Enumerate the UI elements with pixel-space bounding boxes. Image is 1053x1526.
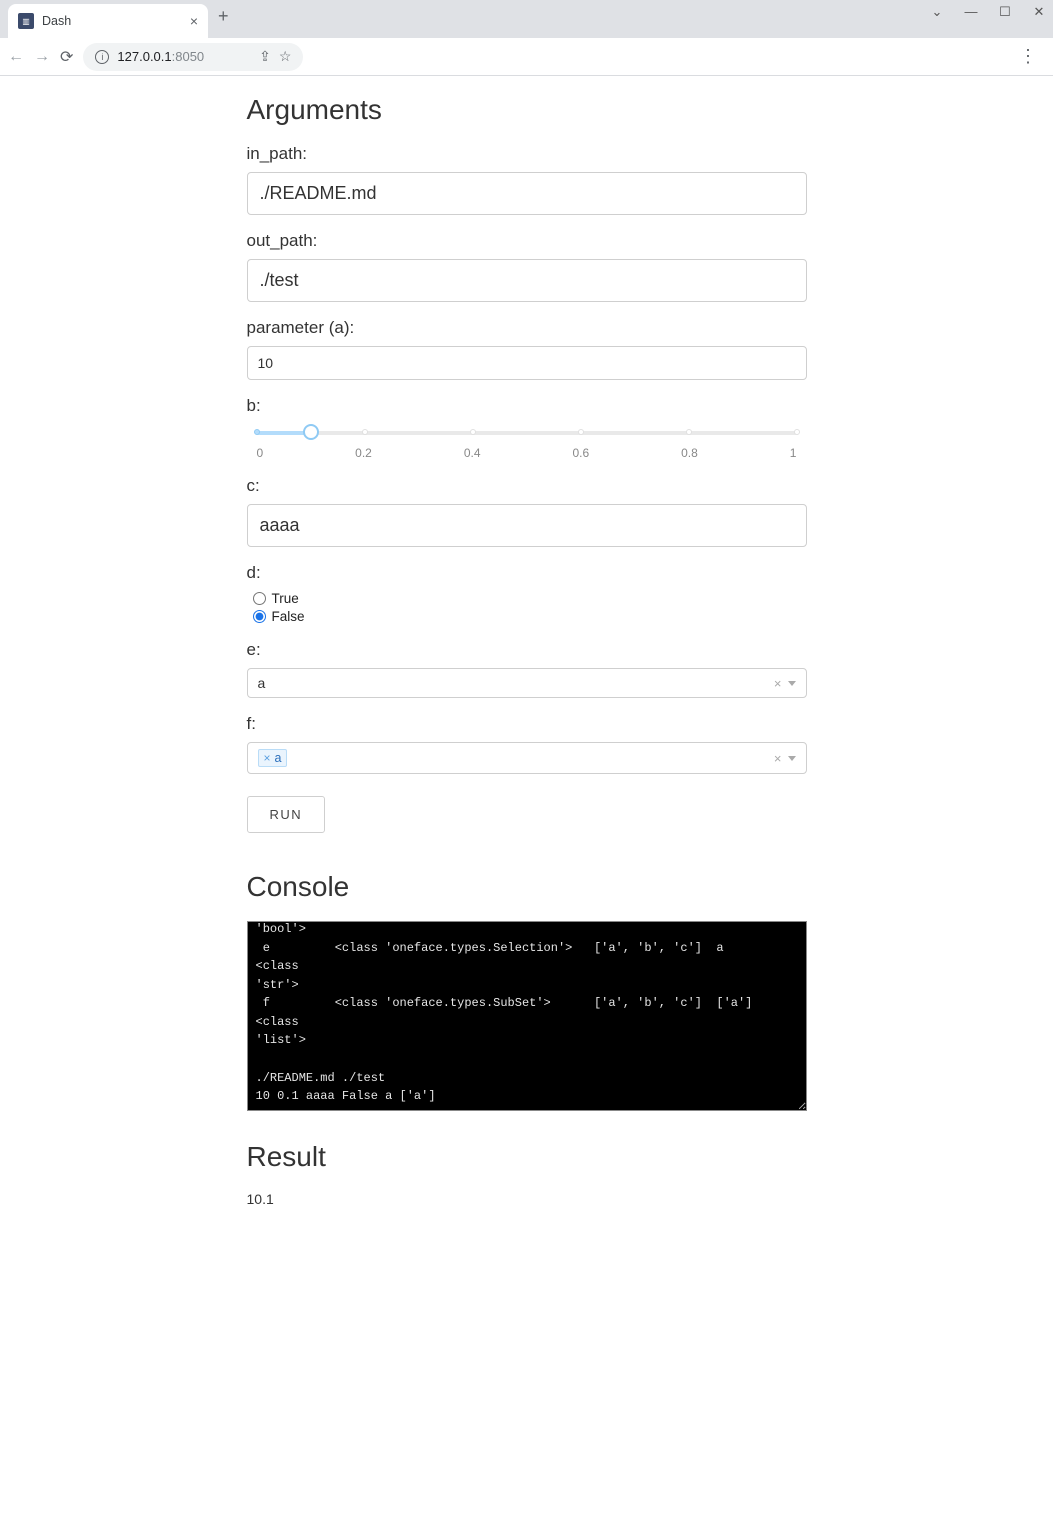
slider-mark-label: 0 [257,446,264,460]
forward-icon[interactable]: → [34,48,50,66]
slider-mark-label: 0.4 [464,446,481,460]
browser-menu-icon[interactable]: ⋮ [1019,46,1037,67]
share-icon[interactable]: ⇪ [259,48,271,65]
console-heading: Console [247,871,807,903]
run-button[interactable]: RUN [247,796,326,833]
e-label: e: [247,640,807,660]
page-content: Arguments in_path: out_path: parameter (… [247,94,807,1207]
c-label: c: [247,476,807,496]
slider-marks: 0 0.2 0.4 0.6 0.8 1 [257,446,797,460]
f-label: f: [247,714,807,734]
f-chips: ×a [258,749,768,767]
slider-mark-dot [470,429,476,435]
reload-icon[interactable]: ⟳ [60,47,73,67]
d-radio-label: True [272,591,299,606]
url-input[interactable]: i 127.0.0.1:8050 ⇪ ☆ [83,43,303,71]
chip-remove-icon[interactable]: × [264,751,271,765]
browser-tab[interactable]: ▥ Dash × [8,4,208,38]
slider-handle[interactable] [303,424,319,440]
minimize-icon[interactable]: — [963,4,979,20]
chip-label: a [275,751,282,765]
site-info-icon[interactable]: i [95,50,109,64]
slider-mark-dot [794,429,800,435]
out-path-input[interactable] [247,259,807,302]
close-window-icon[interactable]: ✕ [1031,4,1047,20]
slider-mark-dot [254,429,260,435]
slider-mark-label: 0.2 [355,446,372,460]
new-tab-button[interactable]: + [218,6,229,27]
d-radio[interactable] [253,592,266,605]
e-value: a [258,675,768,691]
result-value: 10.1 [247,1191,807,1207]
favicon: ▥ [18,13,34,29]
in-path-label: in_path: [247,144,807,164]
slider-mark-label: 1 [790,446,797,460]
a-input[interactable] [247,346,807,380]
chevron-down-icon[interactable]: ⌄ [929,4,945,20]
slider-mark-label: 0.8 [681,446,698,460]
d-option-false[interactable]: False [253,609,807,624]
slider-mark-dot [362,429,368,435]
url-port: :8050 [172,49,205,64]
slider-mark-dot [686,429,692,435]
b-label: b: [247,396,807,416]
c-input[interactable] [247,504,807,547]
f-caret-icon[interactable] [788,756,796,761]
f-clear-icon[interactable]: × [774,751,782,766]
e-caret-icon[interactable] [788,681,796,686]
slider-rail [257,431,797,435]
slider-mark-dot [578,429,584,435]
b-slider[interactable] [257,424,797,442]
bookmark-star-icon[interactable]: ☆ [279,48,292,65]
tab-title: Dash [42,14,182,28]
in-path-input[interactable] [247,172,807,215]
d-label: d: [247,563,807,583]
f-chip[interactable]: ×a [258,749,288,767]
url-host: 127.0.0.1 [117,49,171,64]
d-radio[interactable] [253,610,266,623]
address-bar: ← → ⟳ i 127.0.0.1:8050 ⇪ ☆ ⋮ [0,38,1053,76]
e-select[interactable]: a × [247,668,807,698]
back-icon[interactable]: ← [8,48,24,66]
a-label: parameter (a): [247,318,807,338]
d-radio-label: False [272,609,305,624]
maximize-icon[interactable]: ☐ [997,4,1013,20]
slider-mark-label: 0.6 [572,446,589,460]
e-clear-icon[interactable]: × [774,676,782,691]
close-tab-icon[interactable]: × [190,13,198,29]
d-option-true[interactable]: True [253,591,807,606]
console-output[interactable]: 'str'> out_path <class 'oneface.types.Ou… [247,921,807,1111]
out-path-label: out_path: [247,231,807,251]
browser-tab-strip: ▥ Dash × + ⌄ — ☐ ✕ [0,0,1053,38]
f-multiselect[interactable]: ×a × [247,742,807,774]
result-heading: Result [247,1141,807,1173]
window-controls: ⌄ — ☐ ✕ [929,4,1047,20]
arguments-heading: Arguments [247,94,807,126]
